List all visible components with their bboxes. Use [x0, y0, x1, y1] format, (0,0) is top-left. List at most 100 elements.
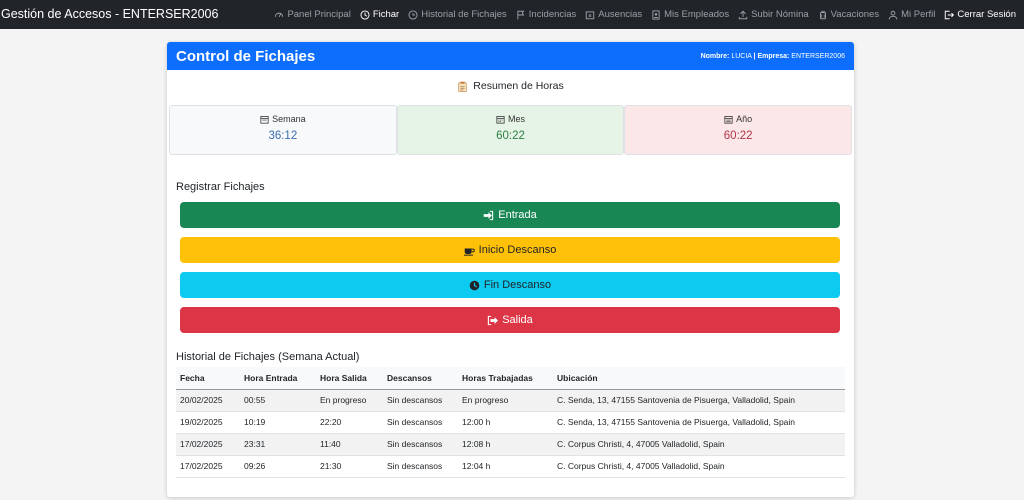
stat-month-label: Mes [508, 114, 526, 124]
cell-hora-entrada: 00:55 [240, 389, 316, 412]
stat-year-label: Año [736, 114, 753, 124]
nav-label: Fichar [372, 9, 400, 20]
person-icon [888, 10, 898, 19]
stat-week: Semana 36:12 [169, 105, 397, 155]
cell-fecha: 20/02/2025 [176, 389, 240, 412]
info-separator: | [753, 52, 756, 60]
history-table: Fecha Hora Entrada Hora Salida Descansos… [176, 367, 845, 478]
register-title: Registrar Fichajes [176, 181, 265, 193]
nav-item-cerrar-sesion[interactable]: Cerrar Sesión [944, 9, 1016, 20]
cell-hora-entrada: 09:26 [240, 455, 316, 478]
inicio-descanso-button[interactable]: Inicio Descanso [180, 237, 840, 263]
fin-descanso-button[interactable]: Fin Descanso [180, 272, 840, 298]
table-header-row: Fecha Hora Entrada Hora Salida Descansos… [176, 367, 845, 390]
cell-ubicacion: C. Senda, 13, 47155 Santovenia de Pisuer… [553, 411, 845, 434]
entrada-button[interactable]: Entrada [180, 202, 840, 228]
coffee-icon [463, 247, 475, 256]
company-label: Empresa: [757, 52, 790, 60]
stat-month-label-row: Mes [398, 114, 624, 124]
entrada-label: Entrada [498, 209, 537, 221]
name-label: Nombre: [700, 52, 730, 60]
nav-links: Panel Principal Fichar Historial de Fich… [265, 0, 1016, 29]
col-ubicacion: Ubicación [553, 367, 845, 390]
app-brand[interactable]: Gestión de Accesos - ENTERSER2006 [1, 7, 218, 21]
col-hora-salida: Hora Salida [316, 367, 383, 390]
nav-item-incidencias[interactable]: Incidencias [516, 9, 576, 20]
nav-label: Panel Principal [287, 9, 351, 20]
salida-button[interactable]: Salida [180, 307, 840, 333]
company-value: ENTERSER2006 [791, 52, 845, 60]
stat-week-label-row: Semana [170, 114, 396, 124]
inicio-descanso-label: Inicio Descanso [478, 244, 557, 256]
cell-descansos: Sin descansos [383, 389, 458, 412]
clock-icon [469, 280, 480, 290]
nav-label: Subir Nómina [751, 9, 809, 20]
cell-horas-trabajadas: 12:00 h [458, 411, 553, 434]
cell-ubicacion: C. Corpus Christi, 4, 47005 Valladolid, … [553, 433, 845, 456]
clipboard-icon [458, 81, 467, 92]
cell-horas-trabajadas: 12:04 h [458, 455, 553, 478]
top-navbar: Gestión de Accesos - ENTERSER2006 Panel … [0, 0, 1024, 29]
nav-item-subir-nomina[interactable]: Subir Nómina [738, 9, 809, 20]
card-header: Control de Fichajes Nombre: LUCIA | Empr… [167, 42, 854, 70]
calendar-week-icon [260, 115, 269, 124]
nav-item-panel-principal[interactable]: Panel Principal [274, 9, 351, 20]
name-value: LUCIA [731, 52, 752, 60]
cell-hora-salida: 11:40 [316, 433, 383, 456]
logout-icon [945, 10, 955, 19]
upload-icon [738, 10, 748, 19]
col-descansos: Descansos [383, 367, 458, 390]
nav-item-mis-empleados[interactable]: Mis Empleados [651, 9, 729, 20]
table-row: 17/02/2025 23:31 11:40 Sin descansos 12:… [176, 433, 845, 456]
cell-hora-salida: 22:20 [316, 411, 383, 434]
cell-ubicacion: C. Corpus Christi, 4, 47005 Valladolid, … [553, 455, 845, 478]
salida-label: Salida [502, 314, 533, 326]
page-title: Control de Fichajes [176, 47, 316, 65]
calendar-year-icon [724, 115, 733, 124]
cell-fecha: 17/02/2025 [176, 455, 240, 478]
nav-label: Vacaciones [830, 9, 880, 20]
stat-year: Año 60:22 [624, 105, 853, 155]
table-row: 17/02/2025 09:26 21:30 Sin descansos 12:… [176, 455, 845, 478]
cell-horas-trabajadas: 12:08 h [458, 433, 553, 456]
cell-hora-salida: En progreso [316, 389, 383, 412]
summary-heading: Resumen de Horas [167, 80, 854, 92]
nav-item-historial[interactable]: Historial de Fichajes [408, 9, 507, 20]
summary-title: Resumen de Horas [473, 80, 564, 92]
stat-week-value: 36:12 [268, 130, 298, 142]
cell-horas-trabajadas: En progreso [458, 389, 553, 412]
fin-descanso-label: Fin Descanso [483, 279, 552, 291]
table-row: 19/02/2025 10:19 22:20 Sin descansos 12:… [176, 411, 845, 434]
user-company-info: Nombre: LUCIA | Empresa: ENTERSER2006 [701, 53, 845, 60]
nav-item-ausencias[interactable]: Ausencias [585, 9, 642, 20]
cell-hora-entrada: 23:31 [240, 433, 316, 456]
nav-label: Mis Empleados [664, 9, 730, 20]
stat-week-label: Semana [272, 114, 306, 124]
cell-descansos: Sin descansos [383, 411, 458, 434]
nav-item-mi-perfil[interactable]: Mi Perfil [888, 9, 935, 20]
nav-item-vacaciones[interactable]: Vacaciones [818, 9, 879, 20]
history-icon [408, 9, 418, 20]
col-fecha: Fecha [176, 367, 240, 390]
sign-out-icon [488, 315, 499, 325]
cell-hora-salida: 21:30 [316, 455, 383, 478]
col-hora-entrada: Hora Entrada [240, 367, 316, 390]
cell-fecha: 17/02/2025 [176, 433, 240, 456]
nav-label: Ausencias [598, 9, 643, 20]
hours-summary: Semana 36:12 Mes 60:22 Año 60:22 [169, 105, 853, 155]
speedometer-icon [275, 12, 284, 17]
calendar-month-icon [496, 115, 505, 124]
nav-label: Historial de Fichajes [421, 9, 507, 20]
sign-in-icon [483, 210, 494, 220]
stat-month-value: 60:22 [496, 130, 525, 142]
cell-fecha: 19/02/2025 [176, 411, 240, 434]
flag-icon [517, 10, 525, 19]
nav-item-fichar[interactable]: Fichar [360, 9, 399, 20]
col-horas-trabajadas: Horas Trabajadas [458, 367, 553, 390]
history-title: Historial de Fichajes (Semana Actual) [176, 351, 360, 363]
luggage-icon [819, 10, 826, 19]
table-row: 20/02/2025 00:55 En progreso Sin descans… [176, 389, 845, 412]
calendar-x-icon [586, 10, 595, 19]
stat-month: Mes 60:22 [396, 105, 625, 155]
stat-year-value: 60:22 [723, 130, 753, 142]
